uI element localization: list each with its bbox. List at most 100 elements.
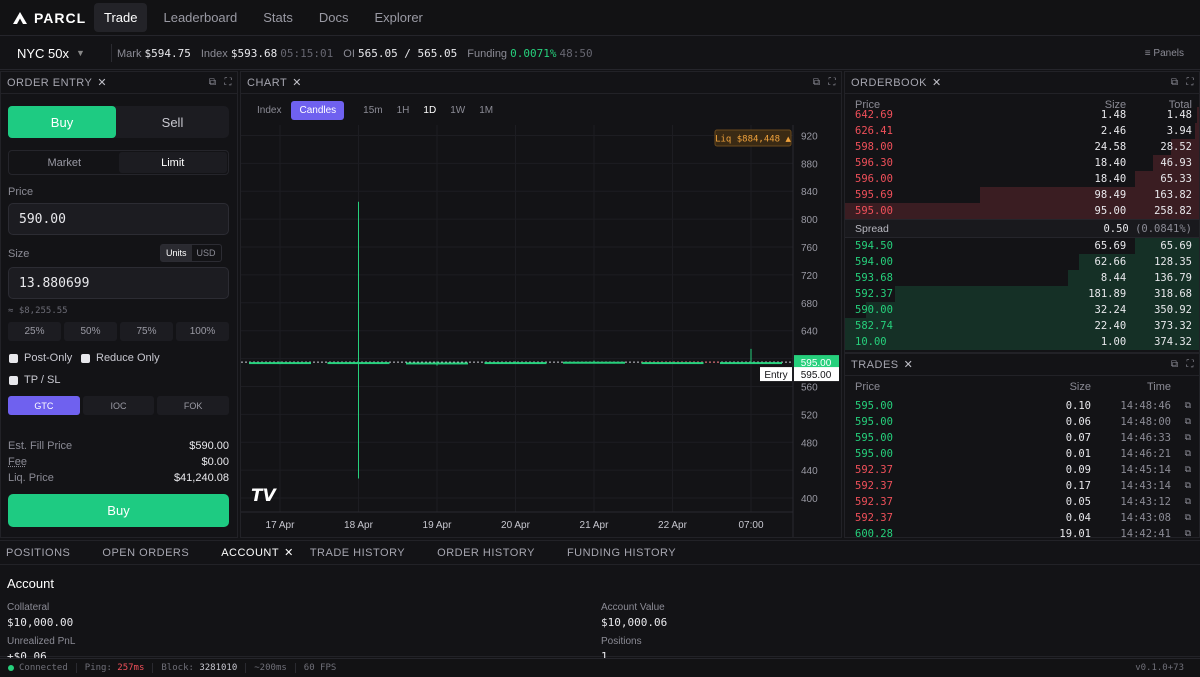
size-input[interactable]: 13.880699 [8,267,229,299]
external-link-icon[interactable]: ⧉ [1171,401,1191,411]
close-icon[interactable]: ✕ [284,546,294,559]
pct-75-button[interactable]: 75% [120,322,173,341]
candle-body[interactable] [484,362,547,365]
bid-row[interactable]: 582.74 22.40 373.32 [845,318,1199,334]
popout-icon[interactable]: ⧉ [1171,77,1179,88]
close-icon[interactable]: ✕ [932,76,942,89]
close-icon[interactable]: ✕ [904,358,914,371]
tf-1h[interactable]: 1H [390,101,417,120]
tf-1m[interactable]: 1M [472,101,500,120]
trade-row[interactable]: 592.37 0.17 14:43:14 ⧉ [845,478,1199,494]
expand-icon[interactable]: ⛶ [1187,77,1195,88]
panels-button[interactable]: ≡ Panels [1145,48,1184,59]
tab-positions[interactable]: POSITIONS [0,547,96,559]
nav-trade[interactable]: Trade [94,3,148,32]
ask-row[interactable]: 626.41 2.46 3.94 [845,123,1199,139]
popout-icon[interactable]: ⧉ [209,77,217,88]
trade-row[interactable]: 595.00 0.07 14:46:33 ⧉ [845,430,1199,446]
candle-body[interactable] [563,361,625,364]
brand-logo[interactable]: PARCL [12,10,94,26]
usd-option[interactable]: USD [192,245,221,261]
bid-row[interactable]: 592.37 181.89 318.68 [845,286,1199,302]
expand-icon[interactable]: ⛶ [225,77,233,88]
tf-1w[interactable]: 1W [443,101,472,120]
close-icon[interactable]: ✕ [97,76,107,89]
post-only-checkbox[interactable]: Post-Only [9,352,72,364]
limit-tab[interactable]: Limit [118,152,227,173]
candle-body[interactable] [327,362,390,365]
ask-row[interactable]: 595.00 95.00 258.82 [845,203,1199,219]
bid-row[interactable]: 594.00 62.66 128.35 [845,254,1199,270]
trade-row[interactable]: 592.37 0.09 14:45:14 ⧉ [845,462,1199,478]
units-option[interactable]: Units [161,245,192,261]
tab-order-history[interactable]: ORDER HISTORY [431,547,561,559]
external-link-icon[interactable]: ⧉ [1171,465,1191,475]
buy-tab[interactable]: Buy [8,106,116,138]
pct-100-button[interactable]: 100% [176,322,229,341]
trade-row[interactable]: 595.00 0.01 14:46:21 ⧉ [845,446,1199,462]
candle-body[interactable] [249,362,311,365]
candle-body[interactable] [641,362,704,365]
trade-row[interactable]: 592.37 0.04 14:43:08 ⧉ [845,510,1199,526]
trade-row[interactable]: 592.37 0.05 14:43:12 ⧉ [845,494,1199,510]
ask-row[interactable]: 642.69 1.48 1.48 [845,107,1199,123]
ask-row[interactable]: 596.30 18.40 46.93 [845,155,1199,171]
orderbook-total: 128.35 [1154,256,1192,268]
sell-tab[interactable]: Sell [116,106,229,138]
external-link-icon[interactable]: ⧉ [1171,481,1191,491]
trade-row[interactable]: 595.00 0.10 14:48:46 ⧉ [845,398,1199,414]
market-selector[interactable]: NYC 50x ▼ [17,46,111,61]
submit-buy-button[interactable]: Buy [8,494,229,527]
pct-25-button[interactable]: 25% [8,322,61,341]
tab-open-orders[interactable]: OPEN ORDERS [96,547,215,559]
popout-icon[interactable]: ⧉ [1171,359,1179,370]
nav-leaderboard[interactable]: Leaderboard [153,3,247,32]
external-link-icon[interactable]: ⧉ [1171,529,1191,539]
bid-row[interactable]: 590.00 32.24 350.92 [845,302,1199,318]
ask-row[interactable]: 595.69 98.49 163.82 [845,187,1199,203]
bid-row[interactable]: 593.68 8.44 136.79 [845,270,1199,286]
external-link-icon[interactable]: ⧉ [1171,513,1191,523]
orderbook-size: 62.66 [1094,256,1127,268]
tab-trade-history[interactable]: TRADE HISTORY [294,547,431,559]
expand-icon[interactable]: ⛶ [829,77,837,88]
nav-docs[interactable]: Docs [309,3,359,32]
tab-account[interactable]: ACCOUNT ✕ [215,546,294,560]
external-link-icon[interactable]: ⧉ [1171,449,1191,459]
gtc-button[interactable]: GTC [8,396,80,415]
trade-size: 0.04 [1065,512,1091,524]
trade-time: 14:43:14 [1120,480,1171,492]
price-input[interactable]: 590.00 [8,203,229,235]
candle-body[interactable] [406,362,468,365]
trade-row[interactable]: 595.00 0.06 14:48:00 ⧉ [845,414,1199,430]
trade-size: 19.01 [1059,528,1091,540]
bid-row[interactable]: 10.00 1.00 374.32 [845,334,1199,350]
size-usd-estimate: ≈ $8,255.55 [8,306,68,316]
view-candles-tab[interactable]: Candles [291,100,345,120]
candle-body[interactable] [720,362,782,365]
tf-1d[interactable]: 1D [416,101,443,120]
price-chart[interactable]: 9208808408007607206806406005605204804404… [241,125,841,537]
ask-row[interactable]: 598.00 24.58 28.52 [845,139,1199,155]
market-tab[interactable]: Market [10,152,119,173]
close-icon[interactable]: ✕ [292,76,302,89]
external-link-icon[interactable]: ⧉ [1171,417,1191,427]
brand-name: PARCL [34,9,87,26]
orderbook-total: 3.94 [1166,125,1192,137]
ioc-button[interactable]: IOC [82,396,155,415]
popout-icon[interactable]: ⧉ [813,77,821,88]
view-index-tab[interactable]: Index [249,101,289,120]
reduce-only-checkbox[interactable]: Reduce Only [81,352,160,364]
external-link-icon[interactable]: ⧉ [1171,433,1191,443]
expand-icon[interactable]: ⛶ [1187,359,1195,370]
pct-50-button[interactable]: 50% [64,322,117,341]
tpsl-checkbox[interactable]: TP / SL [9,374,60,386]
external-link-icon[interactable]: ⧉ [1171,497,1191,507]
bid-row[interactable]: 594.50 65.69 65.69 [845,238,1199,254]
fok-button[interactable]: FOK [157,396,230,415]
nav-explorer[interactable]: Explorer [364,3,432,32]
tf-15m[interactable]: 15m [356,101,389,120]
ask-row[interactable]: 596.00 18.40 65.33 [845,171,1199,187]
tab-funding-history[interactable]: FUNDING HISTORY [561,547,689,559]
nav-stats[interactable]: Stats [253,3,303,32]
